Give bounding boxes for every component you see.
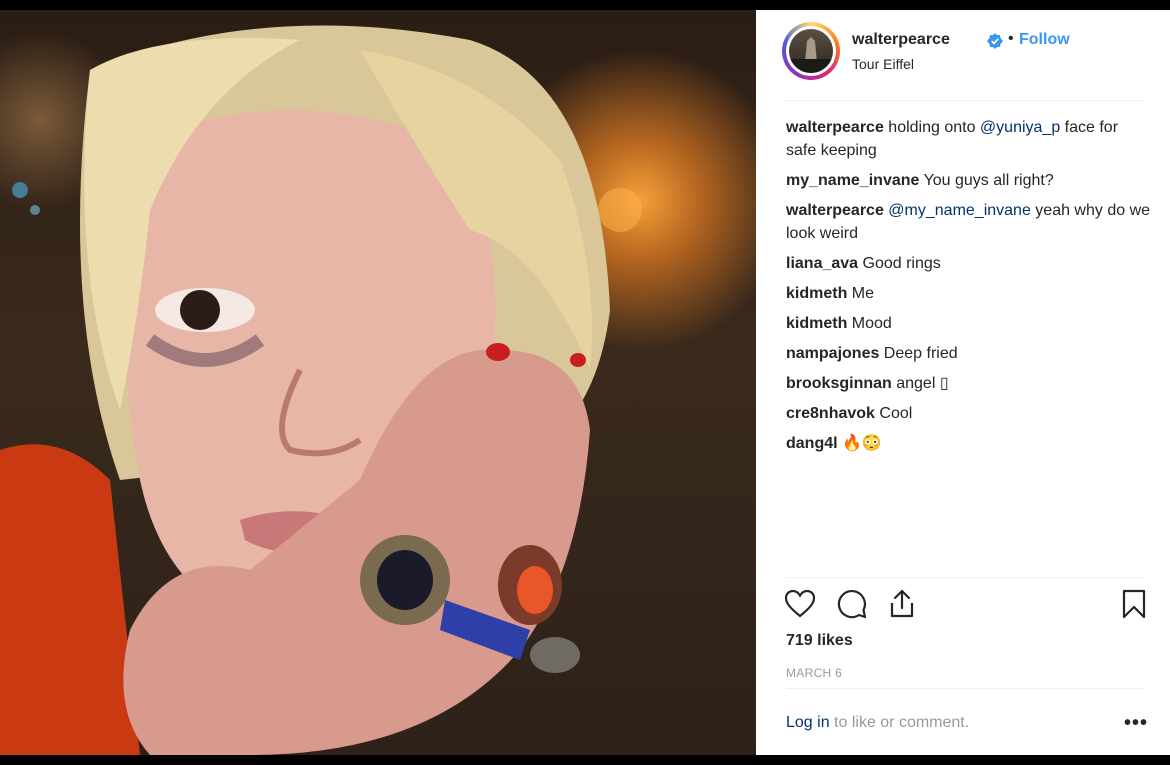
verified-badge-icon: [987, 33, 1003, 49]
comment-username[interactable]: kidmeth: [786, 285, 847, 302]
comment-item: liana_ava Good rings: [786, 252, 1151, 275]
comment-item: nampajones Deep fried: [786, 342, 1151, 365]
comment-username[interactable]: liana_ava: [786, 255, 858, 272]
divider: [786, 577, 1144, 578]
post-viewer: walterpearce • Follow Tour Eiffel walter…: [0, 10, 1170, 755]
comment-item: dang4l 🔥😳: [786, 432, 1151, 455]
share-icon[interactable]: [886, 588, 918, 620]
comments-list: walterpearce holding onto @yuniya_p face…: [786, 116, 1151, 462]
comment-username[interactable]: brooksginnan: [786, 375, 892, 392]
comment-username[interactable]: cre8nhavok: [786, 405, 875, 422]
comment-icon[interactable]: [836, 588, 868, 620]
post-photo-illustration: [0, 25, 642, 755]
comment-item: my_name_invane You guys all right?: [786, 169, 1151, 192]
comment-username[interactable]: nampajones: [786, 345, 879, 362]
avatar-image: [789, 29, 833, 73]
comment-username[interactable]: kidmeth: [786, 315, 847, 332]
comment-item: brooksginnan angel ▯: [786, 372, 1151, 395]
more-options-button[interactable]: •••: [1124, 712, 1148, 735]
comment-text: Deep fried: [879, 345, 958, 362]
comment-text: Me: [847, 285, 875, 302]
comment-text: holding onto: [883, 119, 980, 136]
mention-link[interactable]: @my_name_invane: [888, 202, 1031, 219]
comment-text: You guys all right?: [919, 172, 1054, 189]
heart-icon[interactable]: [784, 588, 816, 620]
separator-dot: •: [1008, 30, 1014, 47]
post-header: walterpearce • Follow Tour Eiffel: [782, 22, 1144, 82]
comment-item: kidmeth Mood: [786, 312, 1151, 335]
comment-text: Good rings: [858, 255, 941, 272]
comment-username[interactable]: dang4l: [786, 435, 838, 452]
divider: [786, 100, 1144, 101]
comment-text: angel ▯: [891, 375, 949, 392]
avatar-story-ring[interactable]: [782, 22, 840, 80]
comment-item: kidmeth Me: [786, 282, 1151, 305]
comment-text: Cool: [874, 405, 913, 422]
comment-username[interactable]: walterpearce: [786, 119, 884, 136]
comment-item: walterpearce @my_name_invane yeah why do…: [786, 199, 1151, 245]
bookmark-icon[interactable]: [1118, 588, 1150, 620]
post-date[interactable]: MARCH 6: [786, 666, 842, 680]
login-prompt: Log in to like or comment.: [786, 714, 969, 732]
location-link[interactable]: Tour Eiffel: [852, 56, 914, 72]
comment-username[interactable]: walterpearce: [786, 202, 884, 219]
comment-username[interactable]: my_name_invane: [786, 172, 919, 189]
header-username[interactable]: walterpearce: [852, 31, 950, 49]
divider: [786, 688, 1144, 689]
comment-item: walterpearce holding onto @yuniya_p face…: [786, 116, 1151, 162]
comment-text: 🔥😳: [837, 435, 882, 452]
comment-item: cre8nhavok Cool: [786, 402, 1151, 425]
post-photo[interactable]: [0, 10, 756, 755]
avatar: [786, 26, 836, 76]
mention-link[interactable]: @yuniya_p: [980, 119, 1060, 136]
follow-button[interactable]: Follow: [1019, 31, 1070, 49]
comment-text: Mood: [847, 315, 892, 332]
likes-count[interactable]: 719 likes: [786, 632, 853, 650]
login-link[interactable]: Log in: [786, 714, 830, 731]
post-sidebar: walterpearce • Follow Tour Eiffel walter…: [756, 10, 1170, 755]
login-prompt-text: to like or comment.: [829, 714, 970, 731]
